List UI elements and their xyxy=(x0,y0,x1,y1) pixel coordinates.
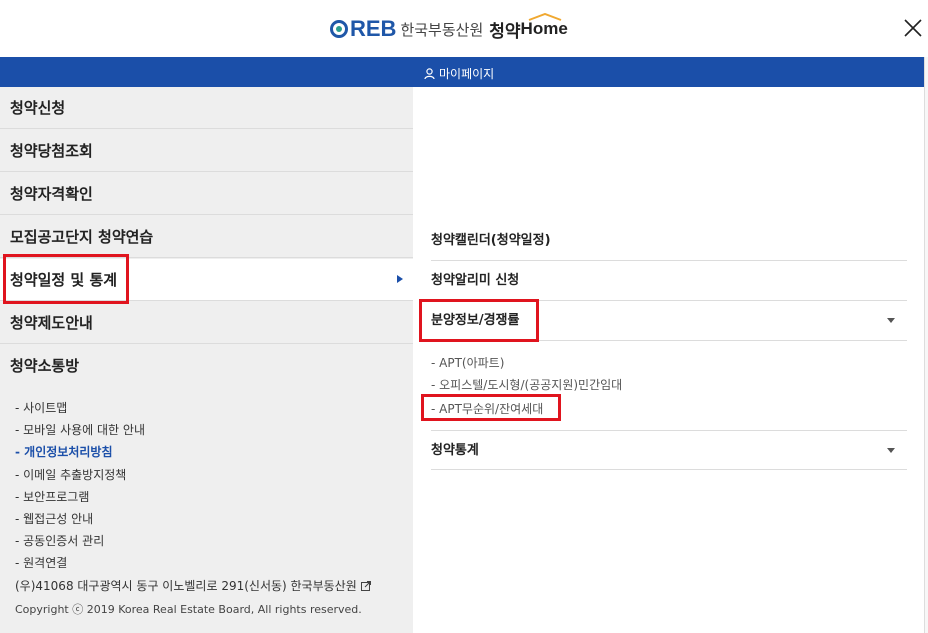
link-sitemap[interactable]: - 사이트맵 xyxy=(15,397,145,419)
link-privacy-policy[interactable]: - 개인정보처리방침 xyxy=(15,441,145,463)
copyright: Copyright ⓒ 2019 Korea Real Estate Board… xyxy=(15,603,362,616)
submenu-officetel[interactable]: - 오피스텔/도시형/(공공지원)민간임대 xyxy=(431,376,622,393)
link-mobile-guide[interactable]: - 모바일 사용에 대한 안내 xyxy=(15,419,145,441)
logo-app-text: 청약 xyxy=(489,21,521,42)
menu-item-presale-info[interactable]: 분양정보/경쟁률 xyxy=(431,301,907,341)
footer-links: - 사이트맵 - 모바일 사용에 대한 안내 - 개인정보처리방침 - 이메일 … xyxy=(15,397,145,575)
site-logo[interactable]: REB 한국부동산원 청약 Home xyxy=(330,13,568,43)
logo-home-text: Home xyxy=(520,13,568,39)
submenu-apt-unranked[interactable]: - APT무순위/잔여세대 xyxy=(431,400,543,417)
link-certificate[interactable]: - 공동인증서 관리 xyxy=(15,530,145,552)
arrow-right-icon xyxy=(397,275,403,283)
logo-org-text: 한국부동산원 xyxy=(400,20,484,39)
menu-item-schedule-stats[interactable]: 청약일정 및 통계 xyxy=(0,259,413,301)
link-accessibility[interactable]: - 웹접근성 안내 xyxy=(15,508,145,530)
menu-item-winning-check[interactable]: 청약당첨조회 xyxy=(0,130,413,172)
menu-item-guide[interactable]: 청약제도안내 xyxy=(0,302,413,344)
link-email-policy[interactable]: - 이메일 추출방지정책 xyxy=(15,464,145,486)
top-bar: 마이페이지 xyxy=(0,57,924,87)
menu-item-statistics-label: 청약통계 xyxy=(431,443,479,458)
submenu-apt[interactable]: - APT(아파트) xyxy=(431,354,504,371)
menu-item-presale-info-label: 분양정보/경쟁률 xyxy=(431,313,520,328)
address-text: (우)41068 대구광역시 동구 이노벨리로 291(신서동) 한국부동산원 xyxy=(15,579,357,593)
menu-item-practice[interactable]: 모집공고단지 청약연습 xyxy=(0,216,413,258)
reb-logo-icon xyxy=(330,20,348,38)
mypage-label: 마이페이지 xyxy=(439,67,495,81)
header: REB 한국부동산원 청약 Home xyxy=(0,0,928,57)
menu-item-eligibility[interactable]: 청약자격확인 xyxy=(0,173,413,215)
menu-item-alert[interactable]: 청약알리미 신청 xyxy=(431,261,907,301)
link-security-program[interactable]: - 보안프로그램 xyxy=(15,486,145,508)
chevron-down-icon xyxy=(887,318,895,323)
close-icon xyxy=(904,19,922,37)
user-icon xyxy=(424,67,435,79)
left-menu: 청약신청 청약당첨조회 청약자격확인 모집공고단지 청약연습 청약일정 및 통계… xyxy=(0,87,413,633)
right-menu: 청약캘린더(청약일정) 청약알리미 신청 분양정보/경쟁률 - APT(아파트)… xyxy=(413,87,924,633)
menu-item-calendar[interactable]: 청약캘린더(청약일정) xyxy=(431,221,907,261)
menu-item-statistics[interactable]: 청약통계 xyxy=(431,430,907,470)
menu-item-community[interactable]: 청약소통방 xyxy=(0,345,413,387)
mypage-link[interactable]: 마이페이지 xyxy=(424,65,494,82)
close-button[interactable] xyxy=(902,17,924,39)
chevron-down-icon xyxy=(887,448,895,453)
logo-home-label: Home xyxy=(520,19,568,38)
logo-reb-text: REB xyxy=(350,16,397,41)
address: (우)41068 대구광역시 동구 이노벨리로 291(신서동) 한국부동산원 xyxy=(15,577,371,594)
menu-item-schedule-stats-label: 청약일정 및 통계 xyxy=(10,271,118,289)
menu-item-apply[interactable]: 청약신청 xyxy=(0,87,413,129)
external-link-icon[interactable] xyxy=(360,580,371,591)
roof-icon xyxy=(528,13,561,21)
scrollbar-track[interactable] xyxy=(924,57,928,633)
link-remote[interactable]: - 원격연결 xyxy=(15,552,145,574)
